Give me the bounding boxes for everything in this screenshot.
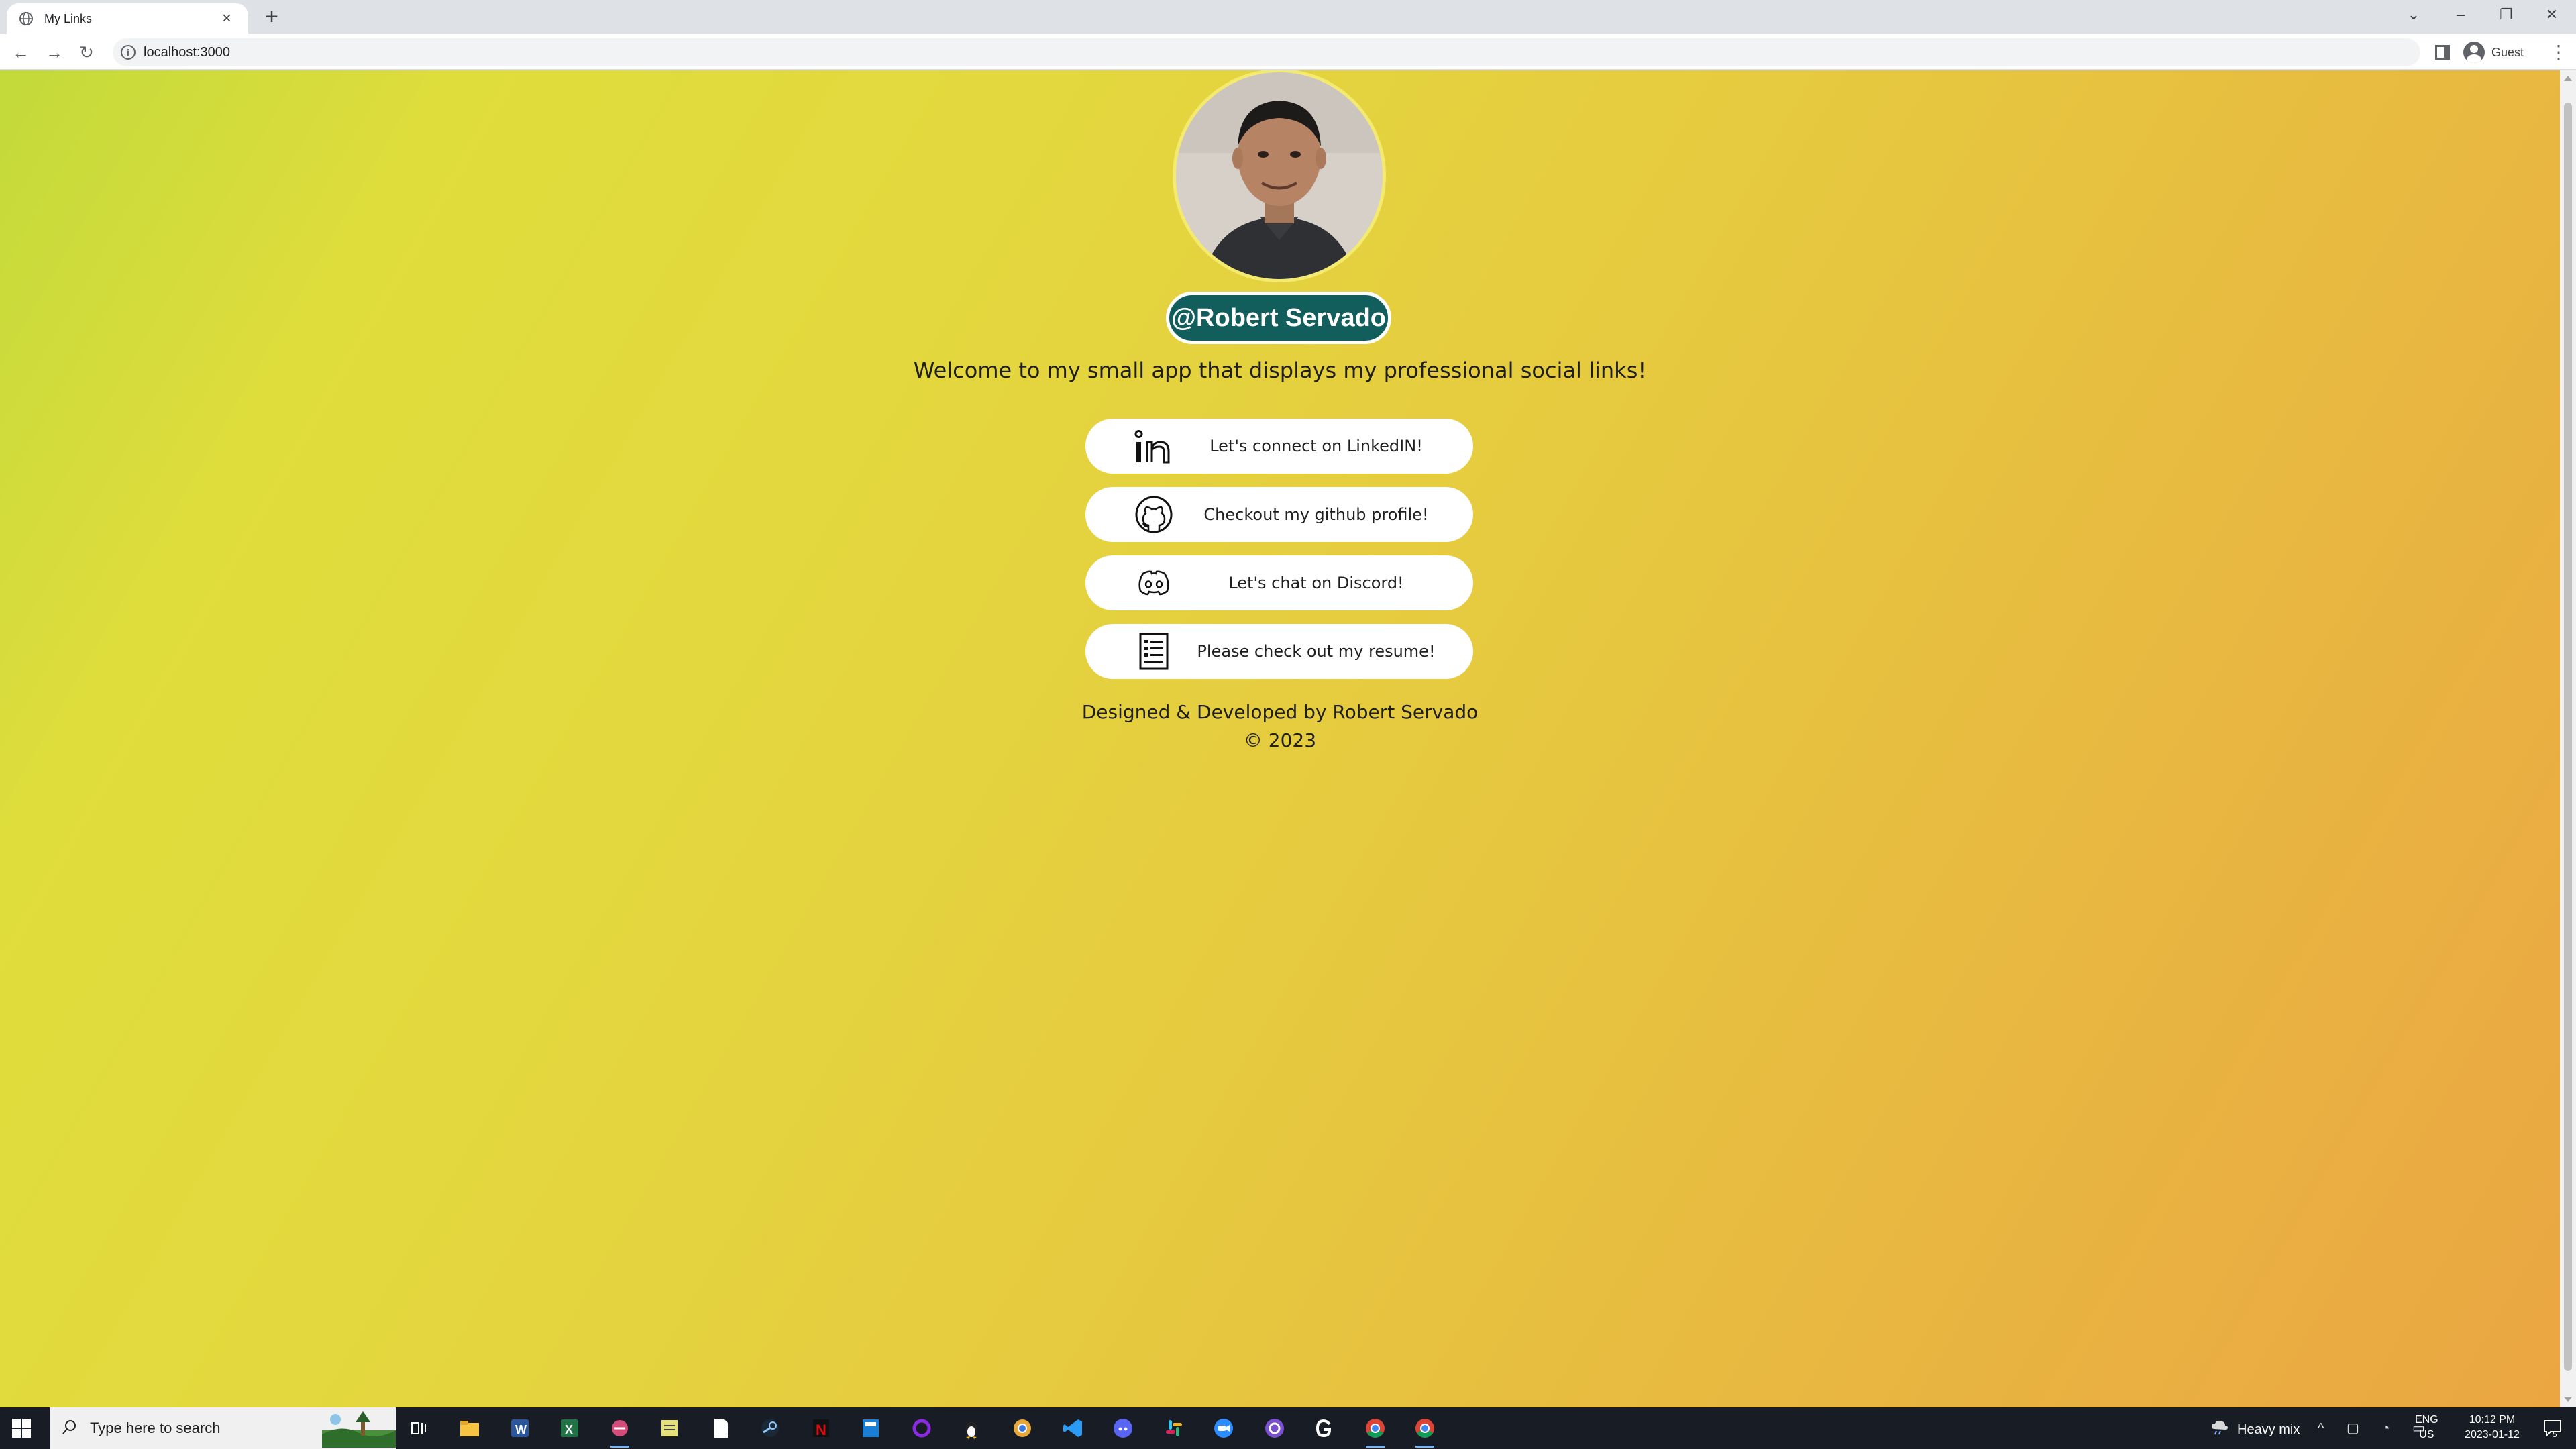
taskbar-clock[interactable]: 10:12 PM 2023-01-12 <box>2452 1413 2532 1442</box>
cortana-icon[interactable] <box>910 1416 934 1440</box>
notification-count: 5 <box>2553 1430 2557 1438</box>
browser-tab[interactable]: My Links × <box>7 3 248 34</box>
github-icon <box>1134 494 1174 535</box>
svg-text:W: W <box>515 1423 527 1436</box>
chrome-canary-icon[interactable] <box>1010 1416 1034 1440</box>
browser-toolbar: ← → ↻ i localhost:3000 Guest ⋮ <box>0 34 2576 70</box>
g-hub-icon[interactable] <box>1312 1416 1336 1440</box>
forward-button[interactable]: → <box>43 41 66 64</box>
linkedin-link-button[interactable]: Let's connect on LinkedIN! <box>1085 419 1473 474</box>
clock-time: 10:12 PM <box>2469 1414 2516 1426</box>
netflix-icon[interactable]: N <box>809 1416 833 1440</box>
chrome-window-icon[interactable] <box>1413 1416 1437 1448</box>
minimize-button[interactable]: – <box>2445 3 2477 27</box>
task-view-icon[interactable] <box>407 1416 431 1440</box>
address-bar[interactable]: i localhost:3000 <box>113 38 2420 66</box>
new-tab-button[interactable]: + <box>260 5 283 28</box>
tab-title: My Links <box>44 11 93 25</box>
profile-photo <box>1173 70 1386 282</box>
restore-button[interactable]: ❐ <box>2490 3 2522 27</box>
welcome-text: Welcome to my small app that displays my… <box>913 358 1647 383</box>
profile-label: Guest <box>2491 45 2524 59</box>
resume-link-label: Please check out my resume! <box>1197 642 1436 661</box>
excel-icon[interactable]: X <box>557 1416 581 1440</box>
file-explorer-icon[interactable] <box>458 1416 482 1440</box>
svg-text:N: N <box>816 1421 826 1438</box>
globe-icon <box>19 11 34 26</box>
windows-start-icon[interactable] <box>12 1419 31 1438</box>
browser-menu-icon[interactable]: ⋮ <box>2549 41 2568 64</box>
discord-link-label: Let's chat on Discord! <box>1228 574 1404 592</box>
page-scrollbar[interactable] <box>2560 70 2576 1407</box>
notification-center-icon[interactable]: 5 <box>2542 1418 2563 1439</box>
vscode-icon[interactable] <box>1061 1416 1085 1440</box>
linkedin-link-label: Let's connect on LinkedIN! <box>1210 437 1423 455</box>
scroll-up-icon[interactable] <box>2564 76 2572 81</box>
region-code: US <box>2419 1429 2434 1440</box>
linux-tux-icon[interactable] <box>959 1416 983 1440</box>
zoom-icon[interactable] <box>1212 1416 1236 1440</box>
search-placeholder: Type here to search <box>90 1419 221 1436</box>
address-url: localhost:3000 <box>144 44 230 60</box>
discord-app-icon[interactable] <box>1111 1416 1135 1440</box>
rain-cloud-icon <box>2210 1419 2229 1440</box>
linkedin-icon <box>1134 426 1174 466</box>
discord-link-button[interactable]: Let's chat on Discord! <box>1085 555 1473 610</box>
github-link-label: Checkout my github profile! <box>1203 505 1429 524</box>
snipping-tool-icon[interactable] <box>608 1416 632 1448</box>
clock-date: 2023-01-12 <box>2465 1429 2520 1440</box>
back-button[interactable]: ← <box>9 41 32 64</box>
notepad-icon[interactable] <box>708 1416 733 1440</box>
tab-search-icon[interactable]: ⌄ <box>2398 3 2430 27</box>
search-highlight-image <box>322 1410 396 1448</box>
page-viewport: @Robert Servado Welcome to my small app … <box>0 70 2560 1407</box>
profile-button[interactable]: Guest <box>2463 41 2524 64</box>
input-language[interactable]: ENG US <box>2415 1413 2438 1442</box>
scrollbar-thumb[interactable] <box>2564 103 2572 1371</box>
taskbar-search-box[interactable]: Type here to search <box>50 1407 396 1449</box>
side-panel-icon[interactable] <box>2435 45 2450 60</box>
username-badge: @Robert Servado <box>1166 292 1391 344</box>
language-code: ENG <box>2415 1414 2438 1426</box>
calculator-icon[interactable] <box>859 1416 883 1440</box>
footer-copyright: © 2023 <box>1243 729 1317 751</box>
site-info-icon[interactable]: i <box>121 45 136 60</box>
close-tab-icon[interactable]: × <box>217 9 236 28</box>
steam-icon[interactable] <box>758 1416 782 1440</box>
obs-icon[interactable] <box>1263 1416 1287 1440</box>
reload-button[interactable]: ↻ <box>75 41 98 64</box>
close-window-button[interactable]: ✕ <box>2536 3 2568 27</box>
scroll-down-icon[interactable] <box>2564 1397 2572 1402</box>
browser-tab-bar: My Links × + ⌄ – ❐ ✕ <box>0 0 2576 34</box>
sticky-notes-icon[interactable] <box>657 1416 682 1440</box>
weather-widget[interactable]: Heavy mix <box>2210 1419 2300 1440</box>
resume-icon <box>1134 631 1174 672</box>
discord-icon <box>1134 563 1174 603</box>
search-icon <box>62 1419 78 1438</box>
profile-avatar-icon <box>2463 42 2485 63</box>
weather-label: Heavy mix <box>2237 1421 2300 1437</box>
taskbar: Type here to search W X N Heavy mix ^ ▢ … <box>0 1407 2576 1449</box>
chrome-icon[interactable] <box>1363 1416 1387 1448</box>
github-link-button[interactable]: Checkout my github profile! <box>1085 487 1473 542</box>
slack-icon[interactable] <box>1162 1416 1186 1440</box>
footer-credit: Designed & Developed by Robert Servado <box>1081 701 1479 723</box>
word-icon[interactable]: W <box>507 1416 531 1440</box>
resume-link-button[interactable]: Please check out my resume! <box>1085 624 1473 679</box>
svg-text:X: X <box>565 1423 573 1436</box>
